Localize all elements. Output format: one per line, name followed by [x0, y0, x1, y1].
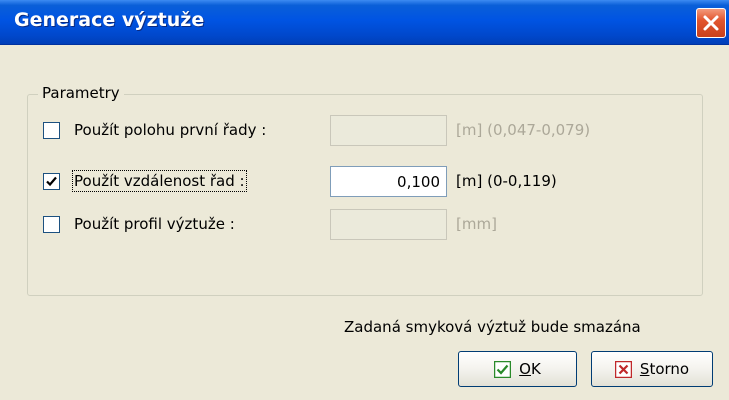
ok-button-label: OK — [519, 360, 541, 378]
first-row-position-input[interactable] — [330, 115, 447, 146]
close-button[interactable] — [696, 8, 726, 38]
first-row-position-unit: [m] (0,047-0,079) — [456, 121, 591, 139]
ok-button[interactable]: OK — [458, 351, 577, 387]
row-spacing-unit: [m] (0-0,119) — [456, 172, 557, 190]
reinforcement-profile-unit: [mm] — [456, 215, 497, 233]
window-title: Generace výztuže — [14, 9, 205, 31]
reinforcement-profile-input[interactable] — [330, 209, 447, 240]
first-row-position-checkbox[interactable] — [43, 122, 60, 139]
close-icon — [703, 15, 719, 31]
row-spacing-checkbox[interactable] — [43, 173, 60, 190]
cross-icon — [614, 360, 632, 378]
first-row-position-label: Použít polohu první řady : — [74, 121, 267, 139]
reinforcement-profile-checkbox[interactable] — [43, 216, 60, 233]
check-icon — [494, 360, 512, 378]
cancel-button[interactable]: Storno — [591, 351, 713, 387]
cancel-button-label: Storno — [639, 360, 690, 378]
info-text: Zadaná smyková výztuž bude smazána — [344, 318, 641, 336]
checkmark-icon — [46, 176, 57, 187]
parameters-group-label: Parametry — [38, 84, 124, 102]
row-spacing-label: Použít vzdálenost řad : — [72, 170, 247, 192]
reinforcement-profile-label: Použít profil výztuže : — [74, 215, 235, 233]
row-spacing-input[interactable]: 0,100 — [330, 166, 447, 197]
title-bar[interactable]: Generace výztuže — [0, 0, 729, 45]
